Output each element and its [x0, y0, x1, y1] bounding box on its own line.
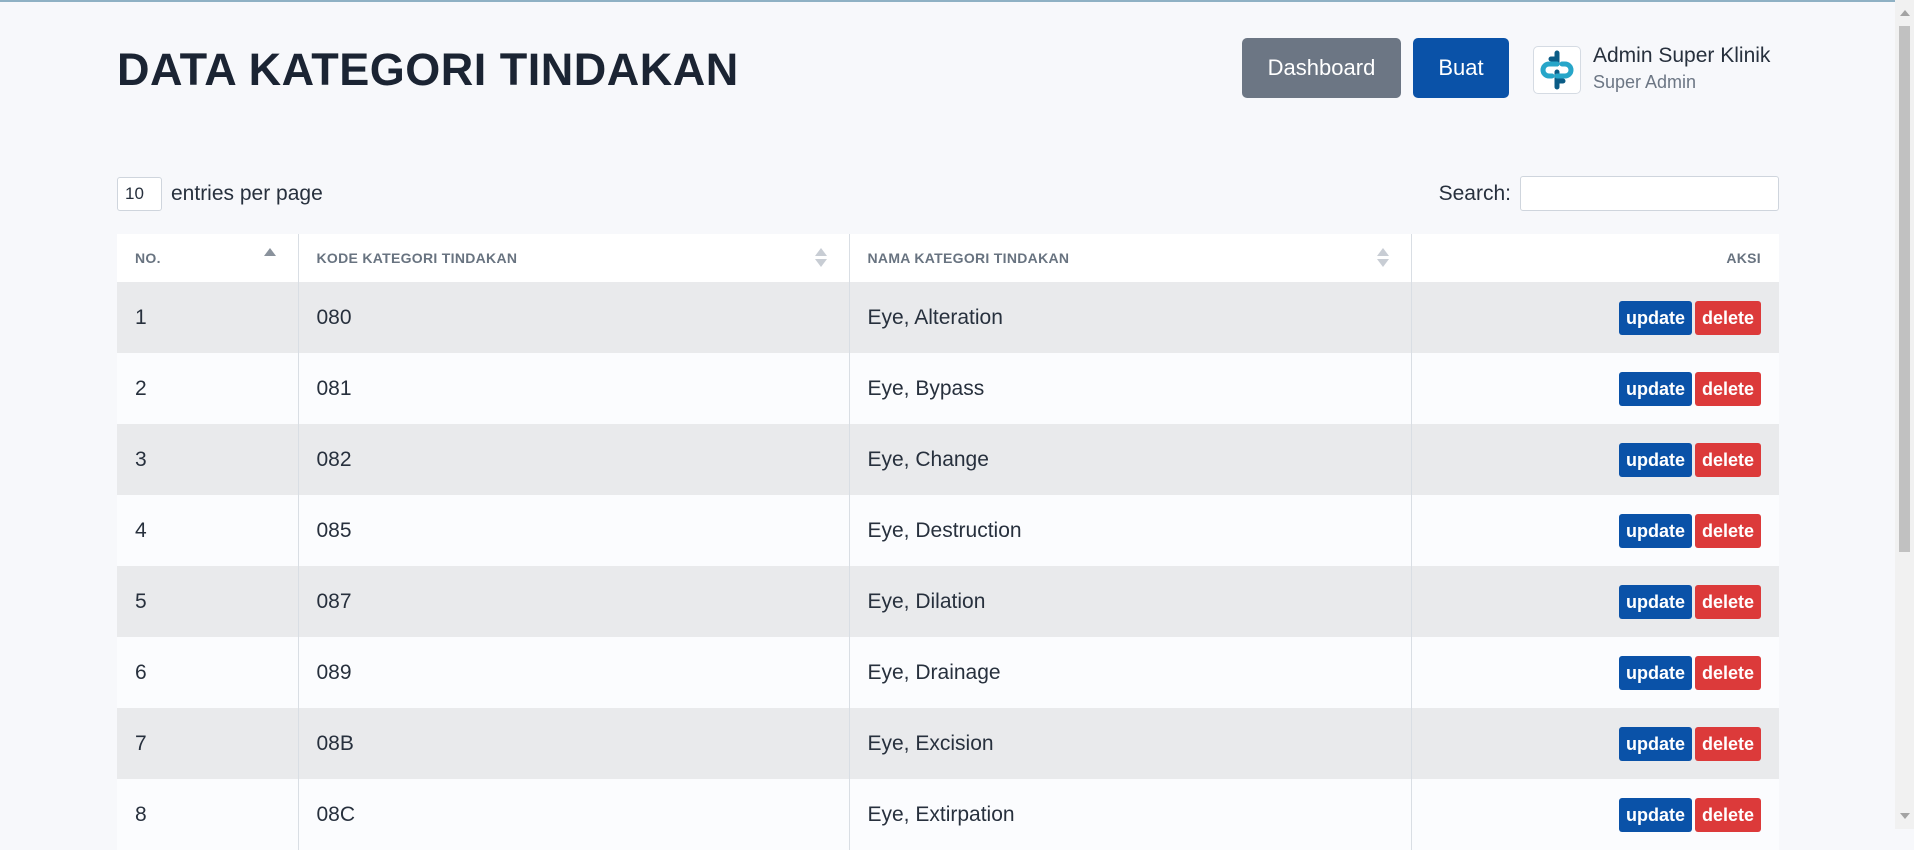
- sort-ascending-icon: [263, 246, 276, 270]
- entries-per-page-select[interactable]: 10: [117, 177, 162, 211]
- page-header: DATA KATEGORI TINDAKAN Dashboard Buat Ad…: [117, 38, 1779, 102]
- page-title: DATA KATEGORI TINDAKAN: [117, 44, 739, 95]
- delete-button[interactable]: delete: [1694, 726, 1761, 761]
- delete-button[interactable]: delete: [1694, 442, 1761, 477]
- delete-button[interactable]: delete: [1694, 584, 1761, 619]
- cell-kode: 081: [298, 353, 850, 424]
- avatar[interactable]: [1533, 46, 1581, 94]
- table-row: 7 08B Eye, Excision update delete: [117, 708, 1779, 779]
- search-input[interactable]: [1520, 176, 1779, 211]
- user-name[interactable]: Admin Super Klinik: [1593, 44, 1770, 68]
- column-header-label: NAMA KATEGORI TINDAKAN: [867, 250, 1070, 266]
- update-button[interactable]: update: [1618, 655, 1692, 690]
- cell-actions: update delete: [1411, 495, 1779, 566]
- cell-actions: update delete: [1411, 566, 1779, 637]
- vertical-scrollbar[interactable]: [1895, 0, 1914, 829]
- cell-no: 3: [117, 424, 299, 495]
- cell-nama: Eye, Dilation: [849, 566, 1412, 637]
- cell-no: 8: [117, 779, 299, 850]
- delete-button[interactable]: delete: [1694, 513, 1761, 548]
- cell-no: 7: [117, 708, 299, 779]
- cell-no: 2: [117, 353, 299, 424]
- cell-kode: 08C: [298, 779, 850, 850]
- column-header-aksi: AKSI: [1411, 234, 1779, 282]
- cell-no: 6: [117, 637, 299, 708]
- update-button[interactable]: update: [1618, 513, 1692, 548]
- scroll-up-icon[interactable]: [1900, 10, 1910, 16]
- entries-per-page-label: entries per page: [171, 182, 323, 205]
- cell-actions: update delete: [1411, 424, 1779, 495]
- cell-actions: update delete: [1411, 637, 1779, 708]
- page: DATA KATEGORI TINDAKAN Dashboard Buat Ad…: [0, 0, 1895, 850]
- cell-kode: 08B: [298, 708, 850, 779]
- data-table: NO. KODE KATEGORI TINDAKAN NAMA KATEGORI…: [117, 234, 1779, 850]
- sort-icon: [1376, 246, 1389, 270]
- column-header-nama[interactable]: NAMA KATEGORI TINDAKAN: [849, 234, 1412, 282]
- cell-no: 4: [117, 495, 299, 566]
- update-button[interactable]: update: [1618, 726, 1692, 761]
- cell-kode: 080: [298, 282, 850, 353]
- user-role: Super Admin: [1593, 72, 1697, 92]
- dashboard-button[interactable]: Dashboard: [1242, 38, 1401, 98]
- table-row: 1 080 Eye, Alteration update delete: [117, 282, 1779, 353]
- cell-kode: 085: [298, 495, 850, 566]
- column-header-label: NO.: [135, 250, 161, 266]
- table-controls: 10 entries per page Search:: [117, 176, 1779, 212]
- search-label: Search:: [1438, 182, 1511, 205]
- cell-kode: 087: [298, 566, 850, 637]
- cell-actions: update delete: [1411, 282, 1779, 353]
- create-button[interactable]: Buat: [1413, 38, 1509, 98]
- column-header-label: AKSI: [1726, 250, 1761, 266]
- cell-kode: 082: [298, 424, 850, 495]
- cell-nama: Eye, Change: [849, 424, 1412, 495]
- column-header-label: KODE KATEGORI TINDAKAN: [316, 250, 518, 266]
- cell-nama: Eye, Destruction: [849, 495, 1412, 566]
- clinic-logo-icon: [1540, 50, 1574, 90]
- table-row: 6 089 Eye, Drainage update delete: [117, 637, 1779, 708]
- update-button[interactable]: update: [1618, 442, 1692, 477]
- cell-no: 5: [117, 566, 299, 637]
- update-button[interactable]: update: [1618, 797, 1692, 832]
- table-row: 8 08C Eye, Extirpation update delete: [117, 779, 1779, 850]
- cell-nama: Eye, Alteration: [849, 282, 1412, 353]
- cell-nama: Eye, Bypass: [849, 353, 1412, 424]
- delete-button[interactable]: delete: [1694, 371, 1761, 406]
- cell-nama: Eye, Extirpation: [849, 779, 1412, 850]
- table-row: 5 087 Eye, Dilation update delete: [117, 566, 1779, 637]
- table-header-row: NO. KODE KATEGORI TINDAKAN NAMA KATEGORI…: [117, 234, 1779, 282]
- table-row: 4 085 Eye, Destruction update delete: [117, 495, 1779, 566]
- cell-nama: Eye, Excision: [849, 708, 1412, 779]
- delete-button[interactable]: delete: [1694, 300, 1761, 335]
- cell-actions: update delete: [1411, 779, 1779, 850]
- column-header-kode[interactable]: KODE KATEGORI TINDAKAN: [298, 234, 850, 282]
- delete-button[interactable]: delete: [1694, 655, 1761, 690]
- scrollbar-thumb[interactable]: [1899, 26, 1910, 552]
- cell-actions: update delete: [1411, 353, 1779, 424]
- cell-actions: update delete: [1411, 708, 1779, 779]
- cell-nama: Eye, Drainage: [849, 637, 1412, 708]
- update-button[interactable]: update: [1618, 371, 1692, 406]
- table-row: 3 082 Eye, Change update delete: [117, 424, 1779, 495]
- cell-kode: 089: [298, 637, 850, 708]
- delete-button[interactable]: delete: [1694, 797, 1761, 832]
- column-header-no[interactable]: NO.: [117, 234, 299, 282]
- update-button[interactable]: update: [1618, 584, 1692, 619]
- scroll-down-icon[interactable]: [1900, 813, 1910, 819]
- sort-icon: [814, 246, 827, 270]
- cell-no: 1: [117, 282, 299, 353]
- update-button[interactable]: update: [1618, 300, 1692, 335]
- table-row: 2 081 Eye, Bypass update delete: [117, 353, 1779, 424]
- table-body: 1 080 Eye, Alteration update delete 2 081…: [117, 282, 1779, 850]
